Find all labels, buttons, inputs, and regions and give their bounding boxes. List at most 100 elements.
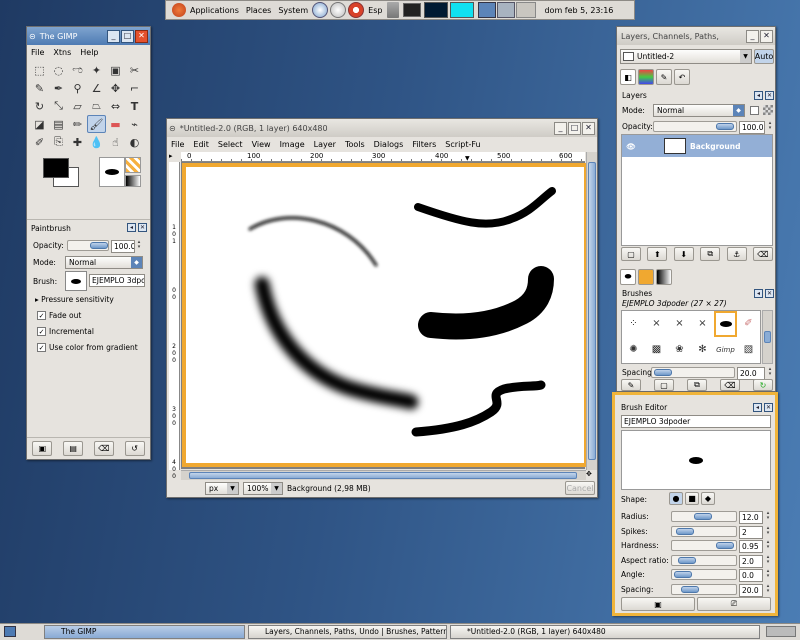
menu-file[interactable]: File — [31, 48, 44, 57]
image-select[interactable]: Untitled-2 ▼ — [620, 49, 752, 64]
incremental-checkbox[interactable]: ✓ — [37, 327, 46, 336]
menu-xtns[interactable]: Xtns — [53, 48, 71, 57]
horizontal-scrollbar[interactable] — [181, 470, 586, 480]
ellipse-select-icon[interactable]: ◌ — [49, 61, 68, 79]
param-slider[interactable] — [671, 511, 737, 522]
heal-icon[interactable]: ✚ — [68, 133, 87, 151]
keep-transparency-checkbox[interactable] — [750, 106, 759, 115]
close-button[interactable]: ✕ — [760, 29, 773, 43]
save-options-button[interactable]: ▣ — [32, 441, 53, 456]
menu-tools[interactable]: Tools — [345, 140, 365, 149]
restore-options-button[interactable]: ▤ — [63, 441, 84, 456]
layer-opacity-spin[interactable]: ▴ ▾ — [767, 121, 773, 132]
menu-dialogs[interactable]: Dialogs — [374, 140, 404, 149]
brush-cell[interactable]: ✐ — [737, 311, 760, 337]
gradient-indicator-icon[interactable] — [125, 175, 141, 187]
rect-select-icon[interactable]: ⬚ — [30, 61, 49, 79]
param-spin[interactable]: ▴ ▾ — [765, 540, 771, 551]
duplicate-brush-button[interactable]: ⧉ — [687, 379, 707, 391]
menu-view[interactable]: View — [252, 140, 271, 149]
navigate-icon[interactable]: ✥ — [586, 470, 597, 480]
brush-cell[interactable]: Gimp — [714, 337, 737, 363]
clock[interactable]: dom feb 5, 23:16 — [544, 6, 613, 15]
param-spin[interactable]: ▴ ▾ — [765, 554, 771, 566]
brushes-scrollbar[interactable] — [762, 310, 773, 364]
help-launcher-icon[interactable] — [348, 2, 365, 18]
clone-icon[interactable]: ⎘ — [49, 133, 68, 151]
pencil-icon[interactable]: ✏ — [68, 115, 87, 133]
dock-titlebar[interactable]: Layers, Channels, Paths, _ ✕ — [617, 27, 775, 45]
blur-icon[interactable]: 💧 — [87, 133, 106, 151]
new-layer-button[interactable]: ▢ — [621, 247, 641, 261]
menu-places[interactable]: Places — [246, 6, 271, 15]
delete-options-button[interactable]: ⌫ — [93, 441, 114, 456]
zoom-select[interactable]: 100% ▼ — [243, 482, 283, 495]
param-slider[interactable] — [671, 540, 737, 551]
layer-opacity-field[interactable]: 100.0 — [739, 121, 765, 134]
crop-icon[interactable]: ⌐ — [125, 79, 144, 97]
ink-icon[interactable]: ✐ — [30, 133, 49, 151]
tab-brushes-icon[interactable]: ⬬ — [620, 269, 636, 285]
gnome-foot-icon[interactable] — [172, 3, 186, 17]
brush-cell[interactable]: ⁘ — [622, 311, 645, 337]
duplicate-layer-button[interactable]: ⧉ — [700, 247, 721, 261]
gradient-checkbox[interactable]: ✓ — [37, 343, 46, 352]
maximize-button[interactable]: □ — [121, 29, 134, 43]
menu-script-fu[interactable]: Script-Fu — [445, 140, 480, 149]
brush-save-button[interactable]: ▣ — [621, 597, 695, 611]
brush-cell[interactable]: × — [668, 311, 691, 337]
pattern-indicator-icon[interactable] — [125, 157, 141, 173]
eraser-icon[interactable]: ▬ — [106, 115, 125, 133]
tab-gradients-icon[interactable] — [656, 269, 672, 285]
color-picker-icon[interactable]: ✒ — [49, 79, 68, 97]
param-spin[interactable]: ▴ ▾ — [765, 569, 771, 580]
brush-name-field[interactable]: EJEMPLO 3dpoder — [89, 274, 145, 287]
task-gimp-toolbox[interactable]: The GIMP — [44, 625, 245, 639]
blend-icon[interactable]: ▤ — [49, 115, 68, 133]
text-icon[interactable]: T — [125, 97, 144, 115]
workspace-3[interactable] — [516, 2, 537, 18]
brush-cell-selected[interactable] — [714, 311, 737, 337]
task-image-window[interactable]: *Untitled-2.0 (RGB, 1 layer) 640x480 — [450, 625, 760, 639]
brush-spacing-spin[interactable]: ▴ ▾ — [767, 367, 773, 378]
tool-options-close-icon[interactable]: ✕ — [138, 223, 147, 232]
cancel-button[interactable]: Cancel — [565, 481, 595, 495]
toolbox-titlebar[interactable]: ⊝ The GIMP _ □ ✕ — [27, 27, 150, 45]
terminal-icon[interactable] — [403, 3, 422, 17]
menu-system[interactable]: System — [278, 6, 308, 15]
scroll-thumb[interactable] — [588, 162, 596, 460]
param-slider[interactable] — [671, 554, 737, 566]
menu-applications[interactable]: Applications — [190, 6, 239, 15]
tab-patterns-icon[interactable] — [638, 269, 654, 285]
paintbrush-icon[interactable]: 🖌 — [87, 115, 106, 133]
window-menu-icon[interactable]: ⊝ — [169, 124, 176, 133]
menu-layer[interactable]: Layer — [314, 140, 336, 149]
brush-editor-menu-icon[interactable]: ◂ — [753, 403, 762, 412]
minimize-button[interactable]: _ — [554, 121, 567, 135]
color-select-icon[interactable]: ▣ — [106, 61, 125, 79]
shape-square-button[interactable]: ■ — [685, 492, 699, 505]
brush-cell[interactable]: ▩ — [645, 337, 668, 363]
menu-edit[interactable]: Edit — [193, 140, 209, 149]
param-spin[interactable]: ▴ ▾ — [765, 511, 771, 522]
foreground-color-swatch[interactable] — [43, 158, 69, 178]
mode-select[interactable]: Normal ◆ — [65, 256, 143, 269]
brush-indicator-icon[interactable] — [99, 157, 125, 187]
close-button[interactable]: ✕ — [582, 121, 595, 135]
tool-options-menu-icon[interactable]: ◂ — [127, 223, 136, 232]
scissors-icon[interactable]: ✂ — [125, 61, 144, 79]
brush-cell[interactable]: × — [645, 311, 668, 337]
tab-channels-icon[interactable] — [638, 69, 654, 85]
param-field[interactable]: 12.0 — [739, 511, 763, 524]
param-field[interactable]: 2 — [739, 525, 763, 539]
shape-circle-button[interactable]: ● — [669, 492, 683, 505]
scale-icon[interactable]: ⤡ — [49, 97, 68, 115]
auto-button[interactable]: Auto — [754, 49, 774, 64]
menu-file[interactable]: File — [171, 140, 184, 149]
window-menu-icon[interactable]: ⊝ — [29, 32, 36, 41]
brushes-menu-icon[interactable]: ◂ — [754, 289, 763, 298]
rotate-icon[interactable]: ↻ — [30, 97, 49, 115]
perspective-icon[interactable]: ⏢ — [87, 97, 106, 115]
brush-cell[interactable]: × — [691, 311, 714, 337]
param-field[interactable]: 20.0 — [739, 583, 763, 597]
